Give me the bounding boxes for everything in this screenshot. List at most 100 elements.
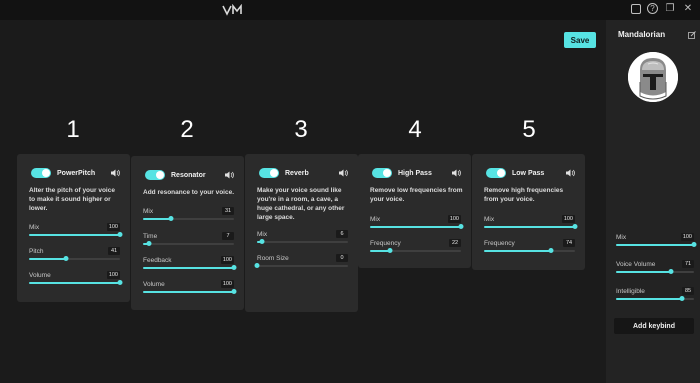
close-icon[interactable]: ✕	[682, 3, 694, 15]
sidebar-param-mix[interactable]: Mix 100	[616, 233, 697, 250]
slider-handle[interactable]	[458, 224, 464, 229]
help-icon[interactable]: ?	[647, 3, 658, 14]
slider-handle[interactable]	[231, 265, 237, 270]
slider-handle[interactable]	[63, 256, 69, 261]
slider-track[interactable]	[484, 224, 578, 229]
effect-title: Reverb	[285, 169, 309, 177]
slider-track[interactable]	[484, 248, 575, 253]
slider-handle[interactable]	[117, 280, 123, 285]
effect-toggle[interactable]	[259, 168, 279, 178]
step-number-4: 4	[408, 116, 422, 143]
param-mix[interactable]: Mix 100	[484, 215, 578, 232]
slider-track[interactable]	[370, 224, 464, 229]
slider-handle[interactable]	[679, 296, 685, 301]
slider-track[interactable]	[29, 280, 123, 285]
slider-handle[interactable]	[691, 242, 697, 247]
effect-card-resonator: Resonator Add resonance to your voice. M…	[131, 156, 244, 310]
slider-handle[interactable]	[146, 241, 152, 246]
param-mix[interactable]: Mix 100	[29, 223, 123, 240]
step-number-1: 1	[66, 116, 80, 143]
param-value: 74	[563, 239, 575, 247]
restore-icon[interactable]: ❐	[664, 3, 676, 15]
save-button[interactable]: Save	[564, 32, 596, 48]
param-value: 100	[220, 280, 234, 288]
slider-handle[interactable]	[387, 248, 393, 253]
effect-card-powerpitch: PowerPitch Alter the pitch of your voice…	[17, 154, 130, 302]
slider-track[interactable]	[29, 256, 120, 261]
speaker-icon[interactable]	[451, 168, 461, 178]
param-volume[interactable]: Volume 100	[29, 271, 123, 288]
effect-toggle[interactable]	[145, 170, 165, 180]
effect-description: Add resonance to your voice.	[143, 189, 235, 196]
sidebar-param-intelligible[interactable]: Intelligible 85	[616, 287, 694, 304]
param-value: 100	[447, 215, 461, 223]
helmet-icon	[628, 52, 678, 102]
slider-track[interactable]	[616, 296, 694, 301]
slider-handle[interactable]	[259, 239, 265, 244]
slider-handle[interactable]	[668, 269, 674, 274]
slider-track[interactable]	[370, 248, 461, 253]
param-label: Mix	[257, 231, 268, 238]
param-value: 100	[680, 233, 694, 241]
param-label: Mix	[370, 216, 381, 223]
param-label: Voice Volume	[616, 261, 656, 268]
param-value: 85	[682, 287, 694, 295]
step-number-5: 5	[522, 116, 536, 143]
param-volume[interactable]: Volume 100	[143, 280, 237, 297]
snapshot-icon[interactable]	[631, 4, 641, 14]
effect-description: Remove high frequencies from your voice.	[484, 187, 564, 203]
param-mix[interactable]: Mix 31	[143, 207, 234, 224]
slider-handle[interactable]	[254, 263, 260, 268]
param-value: 100	[106, 223, 120, 231]
param-value: 0	[336, 254, 348, 262]
speaker-icon[interactable]	[338, 168, 348, 178]
add-keybind-button[interactable]: Add keybind	[614, 318, 694, 334]
slider-handle[interactable]	[548, 248, 554, 253]
vm-logo-icon	[222, 4, 242, 16]
param-feedback[interactable]: Feedback 100	[143, 256, 237, 273]
voice-avatar	[628, 52, 678, 102]
speaker-icon[interactable]	[224, 170, 234, 180]
param-pitch[interactable]: Pitch 41	[29, 247, 120, 264]
slider-track[interactable]	[616, 269, 694, 274]
slider-track[interactable]	[143, 241, 234, 246]
slider-track[interactable]	[616, 242, 697, 247]
param-label: Volume	[29, 272, 51, 279]
param-value: 31	[222, 207, 234, 215]
slider-track[interactable]	[257, 239, 348, 244]
param-label: Mix	[143, 208, 154, 215]
sidebar-param-voice-volume[interactable]: Voice Volume 71	[616, 260, 694, 277]
speaker-icon[interactable]	[565, 168, 575, 178]
param-value: 100	[106, 271, 120, 279]
slider-track[interactable]	[29, 232, 123, 237]
param-label: Time	[143, 233, 158, 240]
effect-card-low-pass: Low Pass Remove high frequencies from yo…	[472, 154, 585, 270]
param-frequency[interactable]: Frequency 74	[484, 239, 575, 256]
slider-handle[interactable]	[117, 232, 123, 237]
title-bar: ? ❐ ✕	[0, 0, 700, 20]
slider-track[interactable]	[143, 265, 237, 270]
param-time[interactable]: Time 7	[143, 232, 234, 249]
param-value: 41	[108, 247, 120, 255]
effect-title: Low Pass	[512, 169, 545, 177]
slider-track[interactable]	[143, 289, 237, 294]
param-mix[interactable]: Mix 100	[370, 215, 464, 232]
effect-card-high-pass: High Pass Remove low frequencies from yo…	[358, 154, 471, 268]
param-room-size[interactable]: Room Size 0	[254, 254, 348, 271]
param-label: Mix	[484, 216, 495, 223]
speaker-icon[interactable]	[110, 168, 120, 178]
param-frequency[interactable]: Frequency 22	[370, 239, 461, 256]
slider-handle[interactable]	[572, 224, 578, 229]
slider-track[interactable]	[143, 216, 234, 221]
slider-handle[interactable]	[231, 289, 237, 294]
effect-description: Alter the pitch of your voice to make it…	[29, 187, 115, 212]
effect-toggle[interactable]	[31, 168, 51, 178]
effect-toggle[interactable]	[486, 168, 506, 178]
slider-track[interactable]	[254, 263, 348, 268]
effect-toggle[interactable]	[372, 168, 392, 178]
slider-handle[interactable]	[168, 216, 174, 221]
param-value: 6	[336, 230, 348, 238]
edit-icon[interactable]	[688, 31, 696, 39]
param-label: Frequency	[370, 240, 401, 247]
param-mix[interactable]: Mix 6	[257, 230, 348, 247]
